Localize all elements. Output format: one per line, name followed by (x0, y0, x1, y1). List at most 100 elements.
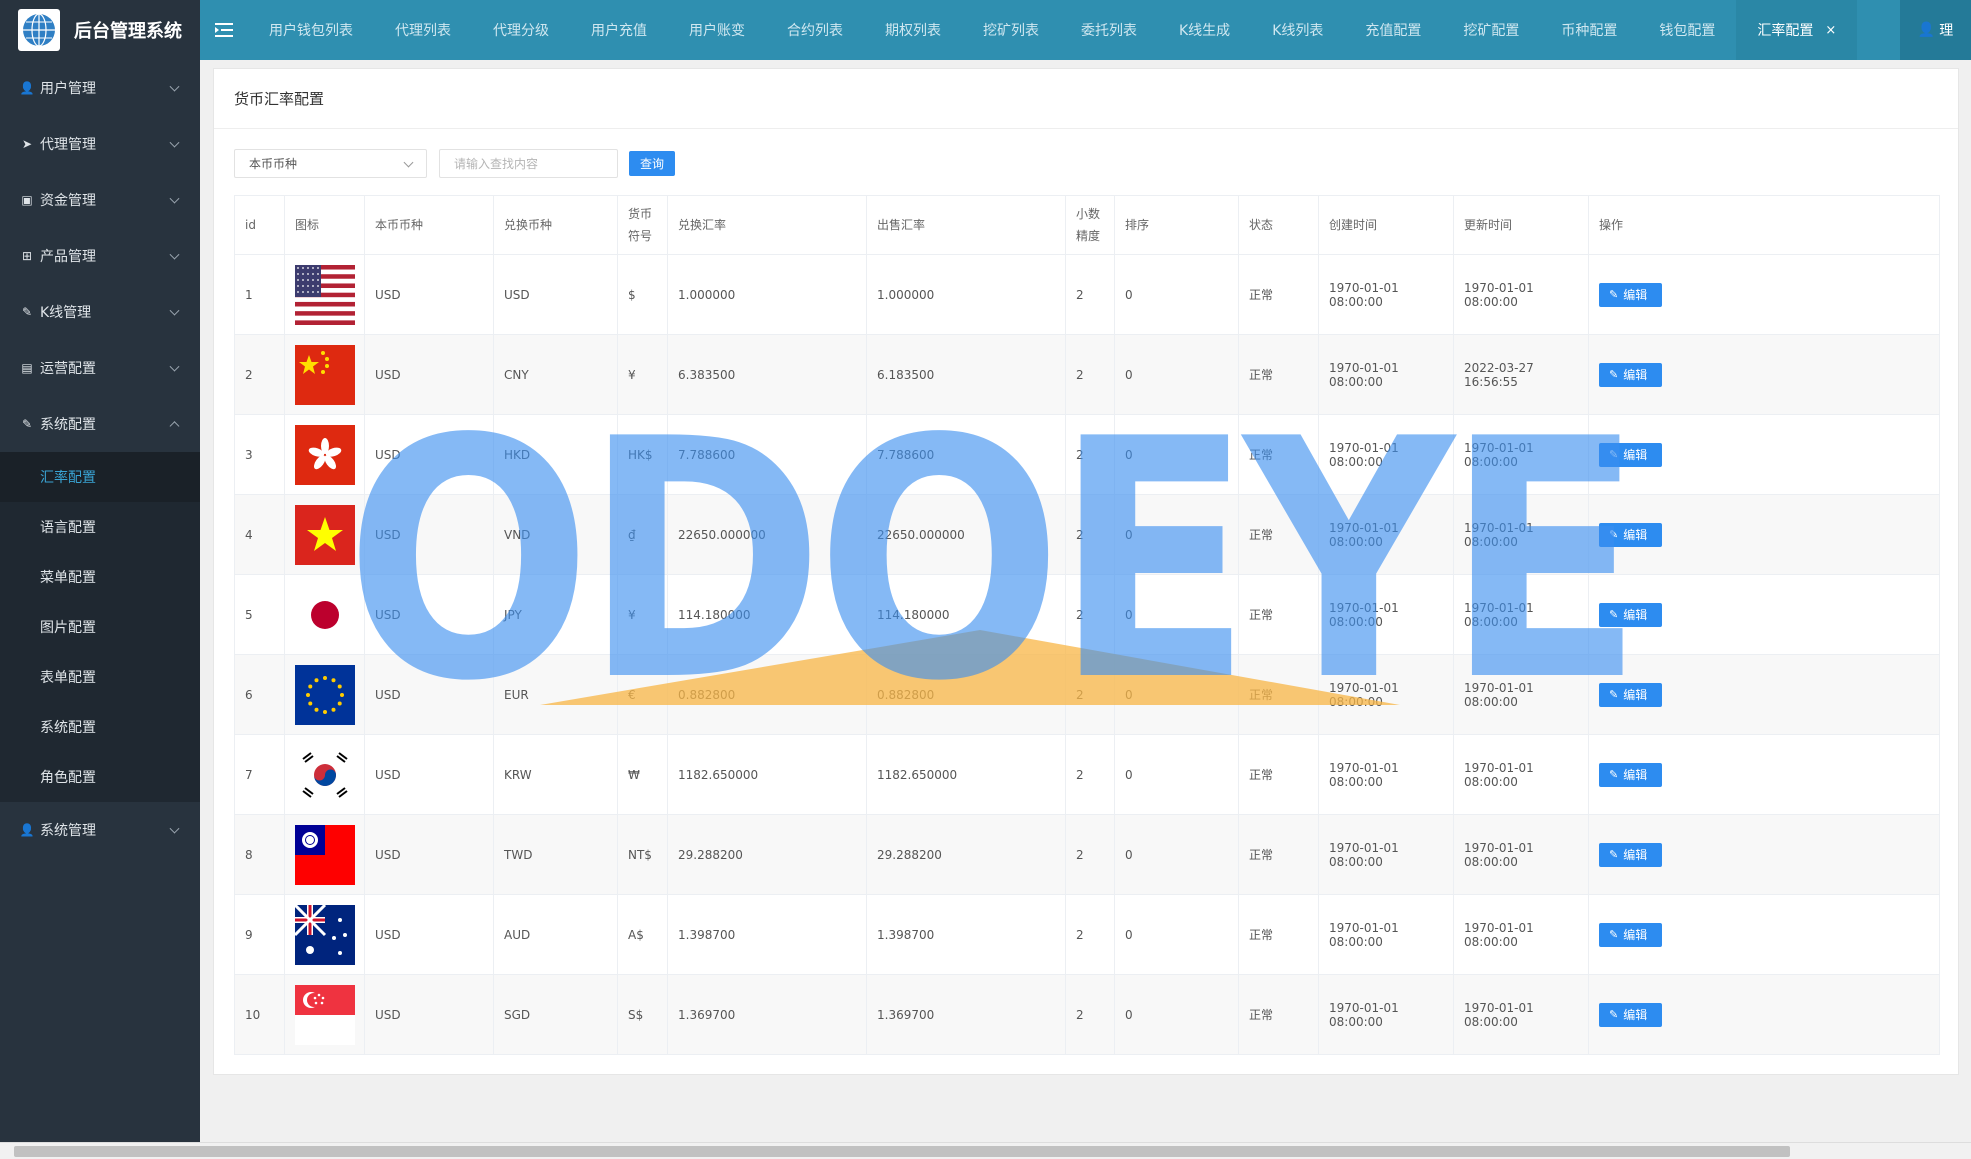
edit-button[interactable]: ✎ 编辑 (1599, 922, 1662, 947)
select-value: 本币币种 (249, 157, 298, 171)
edit-icon: ✎ (1609, 1009, 1619, 1021)
sidebar-group-label: 系统配置 (40, 417, 96, 433)
edit-icon: ✎ (1609, 529, 1619, 541)
cell-rate: 114.180000 (667, 574, 867, 655)
tab-rate-config[interactable]: 汇率配置 × (1736, 0, 1858, 60)
tab-item[interactable]: 合约列表 (766, 0, 864, 60)
cell-sell: 6.183500 (866, 334, 1066, 415)
cell-created: 1970-01-01 08:00:00 (1318, 334, 1454, 415)
table-row: 3 USD HKD HK$ 7.788600 7.788600 2 0 正常 1970-01-01… (234, 414, 1940, 495)
cell-updated: 1970-01-01 08:00:00 (1453, 494, 1589, 575)
us-flag-icon (295, 264, 355, 325)
cell-updated: 1970-01-01 08:00:00 (1453, 814, 1589, 895)
sidebar-group-system-manage[interactable]: 👤 系统管理 (0, 802, 200, 858)
cell-base: USD (364, 574, 494, 655)
edit-button[interactable]: ✎ 编辑 (1599, 842, 1662, 867)
edit-button[interactable]: ✎ 编辑 (1599, 762, 1662, 787)
cell-status: 正常 (1238, 254, 1319, 335)
cell-ops: ✎ 编辑 (1588, 254, 1940, 335)
sidebar-group-product[interactable]: ⊞ 产品管理 (0, 228, 200, 284)
cell-created: 1970-01-01 08:00:00 (1318, 734, 1454, 815)
table-row: 6 USD EUR €0.882800 0.882800 2 0 正常 1970-01-01 0… (234, 654, 1940, 735)
col-id: id (234, 195, 285, 255)
sidebar-group-kline[interactable]: ✎ K线管理 (0, 284, 200, 340)
wrench-icon: ✎ (21, 417, 33, 431)
cell-status: 正常 (1238, 574, 1319, 655)
sidebar-group-agent[interactable]: ➤ 代理管理 (0, 116, 200, 172)
menu-toggle-button[interactable] (200, 0, 248, 60)
jp-flag-icon (295, 584, 355, 645)
sidebar-item-menu-config[interactable]: 菜单配置 (0, 552, 200, 602)
edit-button[interactable]: ✎ 编辑 (1599, 442, 1662, 467)
cell-ops: ✎ 编辑 (1588, 734, 1940, 815)
edit-button[interactable]: ✎ 编辑 (1599, 362, 1662, 387)
table-row: 10 USD SGD S$ 1.369700 1.369700 2 0 正常 1970-01-01… (234, 974, 1940, 1055)
edit-button[interactable]: ✎ 编辑 (1599, 282, 1662, 307)
sidebar-group-fund[interactable]: ▣ 资金管理 (0, 172, 200, 228)
cell-target: USD (493, 254, 618, 335)
tab-item[interactable]: 用户钱包列表 (248, 0, 374, 60)
sidebar-group-system-config[interactable]: ✎ 系统配置 (0, 396, 200, 452)
scrollbar-thumb[interactable] (14, 1146, 1790, 1157)
cell-precision: 2 (1065, 494, 1115, 575)
cell-status: 正常 (1238, 334, 1319, 415)
topbar: 用户钱包列表 代理列表 代理分级 用户充值 用户账变 合约列表 期权列表 挖矿列表 委托列表 K线… (200, 0, 1971, 60)
cell-symbol: ¥ (617, 334, 668, 415)
tab-item[interactable]: 代理分级 (472, 0, 570, 60)
cell-ops: ✎ 编辑 (1588, 894, 1940, 975)
tab-item[interactable]: 挖矿列表 (962, 0, 1060, 60)
cell-target: HKD (493, 414, 618, 495)
cell-id: 7 (234, 734, 285, 815)
edit-button[interactable]: ✎ 编辑 (1599, 1002, 1662, 1027)
tab-item[interactable]: 挖矿配置 (1442, 0, 1540, 60)
sidebar-item-rate-config[interactable]: 汇率配置 (0, 452, 200, 502)
sidebar-group-user[interactable]: 👤 用户管理 (0, 60, 200, 116)
tab-item[interactable]: 钱包配置 (1638, 0, 1736, 60)
cell-id: 2 (234, 334, 285, 415)
user-menu[interactable]: 👤 理 (1900, 0, 1971, 60)
sidebar-item-image-config[interactable]: 图片配置 (0, 602, 200, 652)
cell-created: 1970-01-01 08:00:00 (1318, 974, 1454, 1055)
sidebar-item-language-config[interactable]: 语言配置 (0, 502, 200, 552)
tab-item[interactable]: K线生成 (1158, 0, 1251, 60)
table-row: 9 USD AUD A$ 1.398700 1.398700 2 0 正常 1970-01-01 … (234, 894, 1940, 975)
sidebar-item-form-config[interactable]: 表单配置 (0, 652, 200, 702)
tab-item[interactable]: 用户账变 (668, 0, 766, 60)
edit-button[interactable]: ✎ 编辑 (1599, 522, 1662, 547)
sidebar-item-role-config[interactable]: 角色配置 (0, 752, 200, 802)
edit-icon: ✎ (1609, 369, 1619, 381)
cell-icon (284, 734, 365, 815)
tab-item[interactable]: K线列表 (1251, 0, 1344, 60)
col-sell: 出售汇率 (866, 195, 1066, 255)
tab-item[interactable]: 委托列表 (1060, 0, 1158, 60)
cell-base: USD (364, 654, 494, 735)
cell-sort: 0 (1114, 814, 1239, 895)
cell-rate: 0.882800 (667, 654, 867, 735)
cell-precision: 2 (1065, 334, 1115, 415)
tab-item[interactable]: 用户充值 (570, 0, 668, 60)
tab-item[interactable]: 代理列表 (374, 0, 472, 60)
edit-label: 编辑 (1623, 1008, 1648, 1022)
sidebar-item-system-config[interactable]: 系统配置 (0, 702, 200, 752)
edit-button[interactable]: ✎ 编辑 (1599, 682, 1662, 707)
query-button[interactable]: 查询 (629, 151, 675, 176)
col-sort: 排序 (1114, 195, 1239, 255)
cell-sort: 0 (1114, 334, 1239, 415)
tab-item[interactable]: 期权列表 (864, 0, 962, 60)
base-currency-select[interactable]: 本币币种 (234, 149, 427, 178)
cell-target: CNY (493, 334, 618, 415)
edit-label: 编辑 (1623, 608, 1648, 622)
cell-sort: 0 (1114, 974, 1239, 1055)
cell-id: 10 (234, 974, 285, 1055)
search-input[interactable] (439, 149, 618, 178)
tab-item[interactable]: 充值配置 (1344, 0, 1442, 60)
table-row: 5 USD JPY ¥114.180000 114.180000 2 0 正常 1970-01-… (234, 574, 1940, 655)
edit-button[interactable]: ✎ 编辑 (1599, 602, 1662, 627)
sidebar-group-ops[interactable]: ▤ 运营配置 (0, 340, 200, 396)
cell-status: 正常 (1238, 494, 1319, 575)
cell-target: AUD (493, 894, 618, 975)
cell-precision: 2 (1065, 974, 1115, 1055)
tab-item[interactable]: 币种配置 (1540, 0, 1638, 60)
horizontal-scrollbar[interactable] (0, 1142, 1971, 1159)
close-icon[interactable]: × (1825, 23, 1836, 38)
